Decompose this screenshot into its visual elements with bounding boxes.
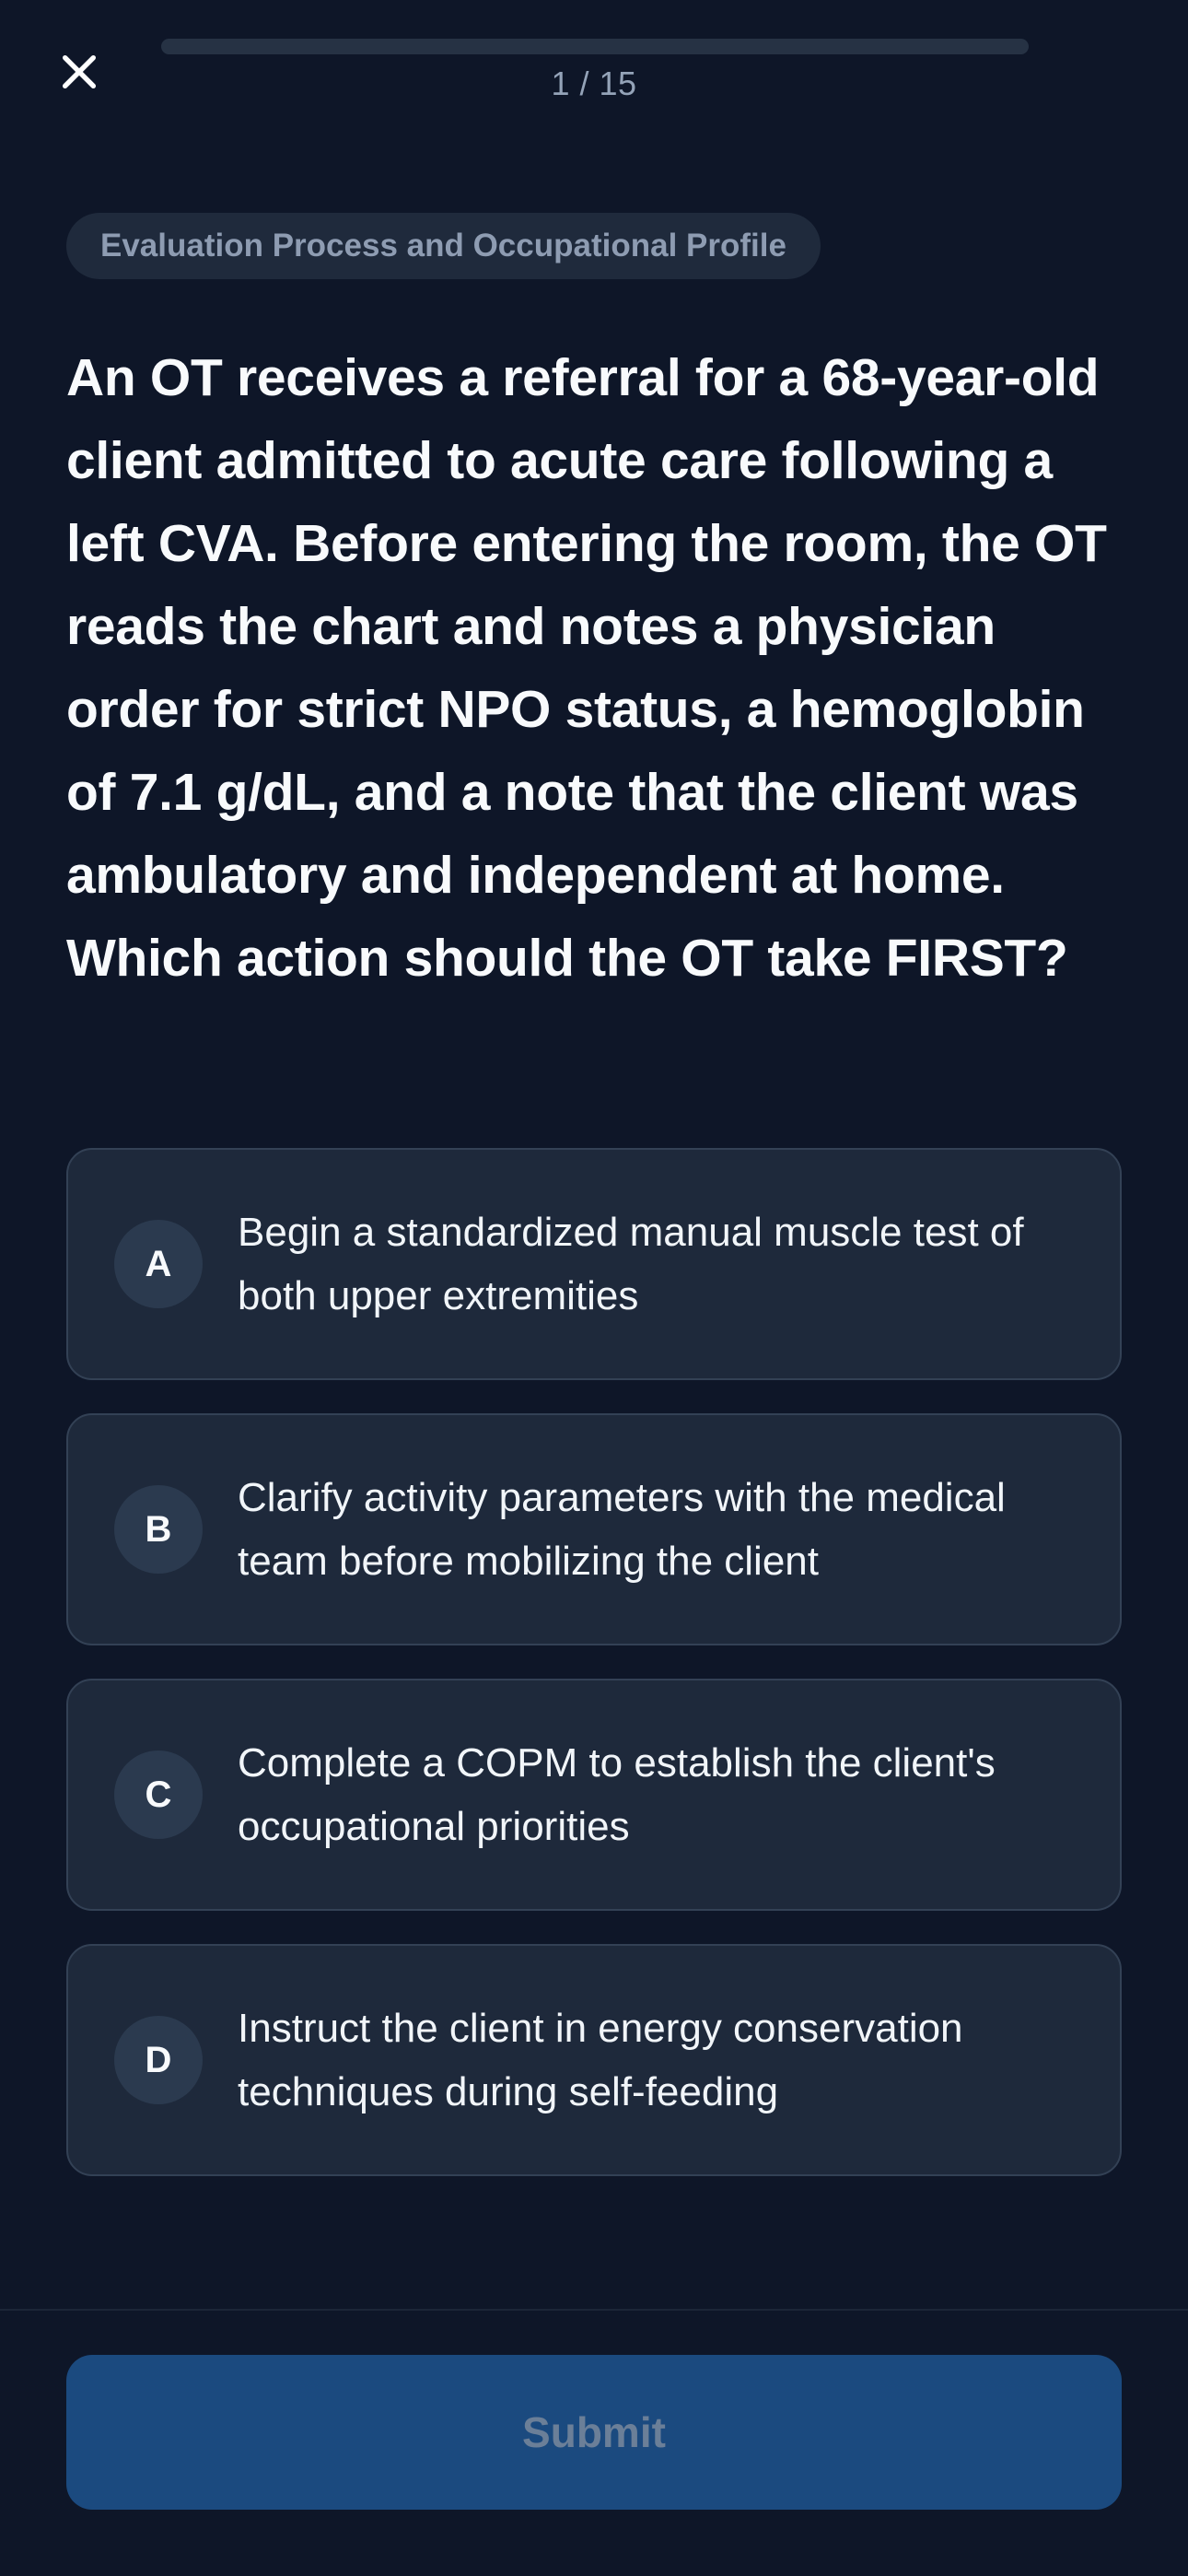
footer-divider xyxy=(0,2309,1188,2311)
option-text: Instruct the client in energy conservati… xyxy=(238,2006,963,2114)
question-text: An OT receives a referral for a 68-year-… xyxy=(66,348,1107,988)
option-c[interactable]: C Complete a COPM to establish the clien… xyxy=(66,1679,1122,1911)
option-text: Complete a COPM to establish the client'… xyxy=(238,1740,996,1849)
option-d[interactable]: D Instruct the client in energy conserva… xyxy=(66,1944,1122,2176)
option-a[interactable]: A Begin a standardized manual muscle tes… xyxy=(66,1148,1122,1380)
category-chip: Evaluation Process and Occupational Prof… xyxy=(66,213,821,279)
option-text: Begin a standardized manual muscle test … xyxy=(238,1210,1024,1318)
progress-text: 1 / 15 xyxy=(551,64,637,102)
submit-button[interactable]: Submit xyxy=(66,2355,1122,2510)
option-letter: D xyxy=(114,2016,203,2104)
option-text: Clarify activity parameters with the med… xyxy=(238,1475,1006,1584)
option-letter: C xyxy=(114,1751,203,1839)
option-b[interactable]: B Clarify activity parameters with the m… xyxy=(66,1413,1122,1645)
progress-bar xyxy=(161,39,1029,54)
option-letter: A xyxy=(114,1220,203,1308)
quiz-screen: 1 / 15 Evaluation Process and Occupation… xyxy=(0,0,1188,2576)
answer-options: A Begin a standardized manual muscle tes… xyxy=(66,1148,1122,2209)
option-letter: B xyxy=(114,1485,203,1574)
